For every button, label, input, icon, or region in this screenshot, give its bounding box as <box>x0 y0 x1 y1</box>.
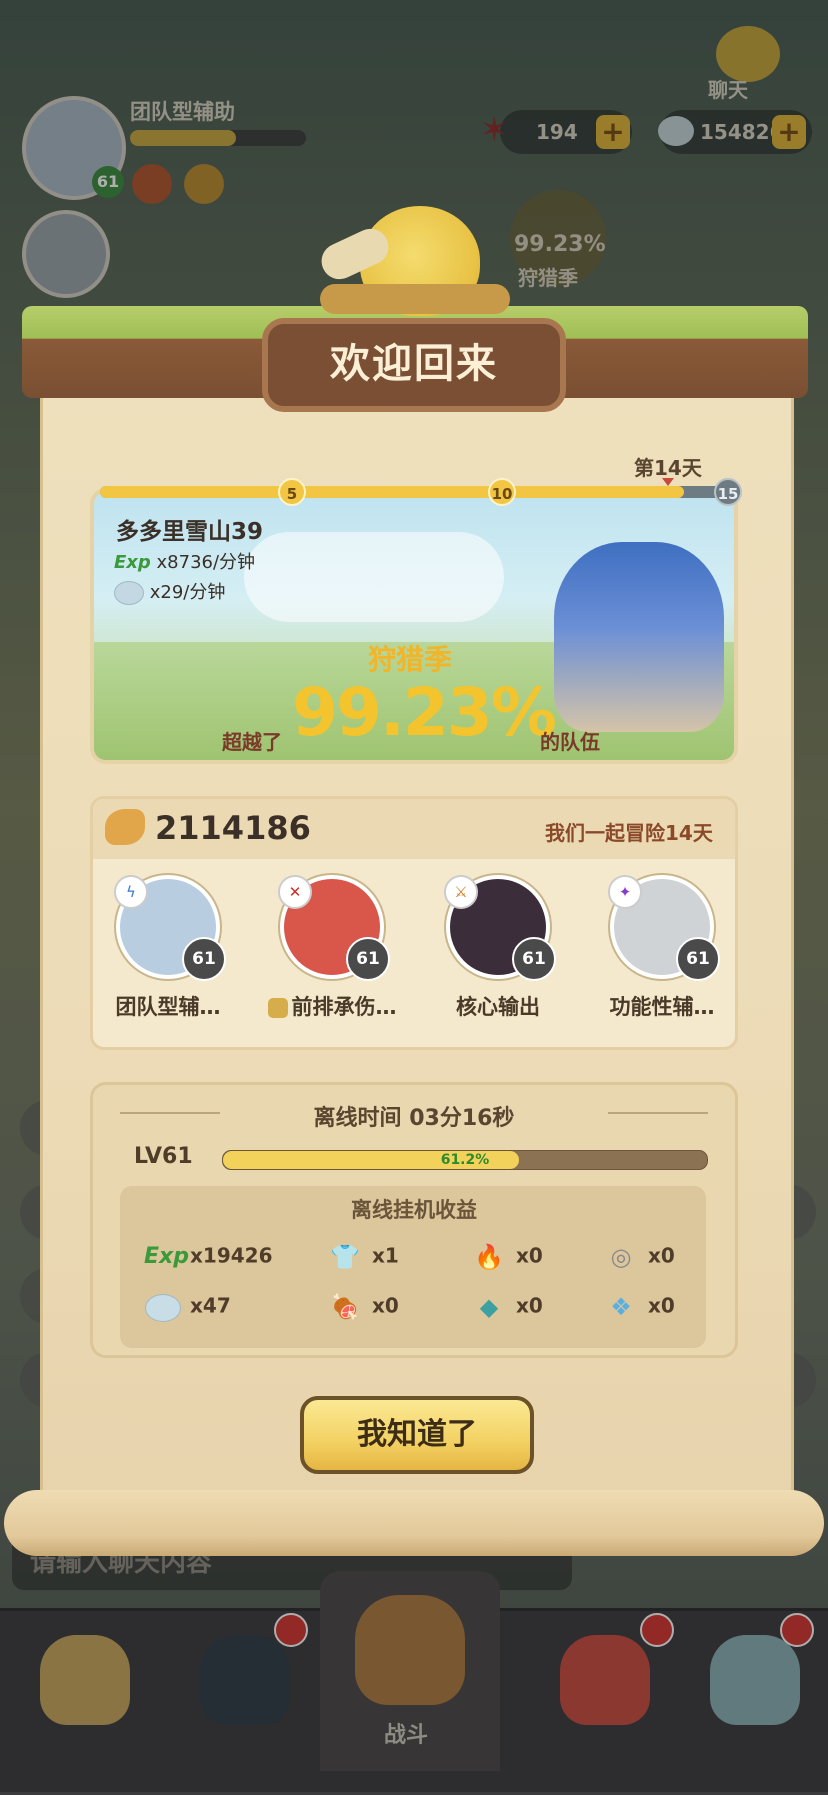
hero-avatar: ⚔ 61 <box>444 875 556 981</box>
hero-slot[interactable]: ⚔ 61 核心输出 <box>423 875 573 1021</box>
surpass-suffix: 的队伍 <box>540 730 600 754</box>
milestone-node[interactable]: 10 <box>488 478 516 506</box>
reward-amount: x1 <box>372 1243 399 1268</box>
hero-name-text: 前排承伤… <box>291 995 397 1019</box>
day-label: 第14天 <box>634 456 702 480</box>
hero-slot[interactable]: ϟ 61 团队型辅… <box>93 875 243 1021</box>
level-progress-text: 61.2% <box>440 1152 490 1168</box>
day-progress-fill <box>100 486 684 498</box>
surpass-percent: 99.23% <box>292 674 557 751</box>
level-progress-track: 61.2% <box>222 1150 708 1170</box>
crystal-icon: ❖ <box>610 1293 632 1321</box>
damage-icon: ⚔ <box>444 875 478 909</box>
meat-icon: 🍖 <box>330 1293 360 1321</box>
support-icon: ϟ <box>114 875 148 909</box>
fish-icon: ◆ <box>479 1293 499 1321</box>
gem-rate: x29/分钟 <box>149 582 226 603</box>
milestone-node[interactable]: 15 <box>714 478 742 506</box>
hero-name: 核心输出 <box>456 995 540 1019</box>
stone-icon: ◎ <box>610 1243 632 1271</box>
reward-amount: x0 <box>648 1293 675 1318</box>
power-value: 2114186 <box>155 809 311 847</box>
reward-item[interactable]: ❖ x0 <box>602 1290 742 1330</box>
team-name: 多多里雪山39 <box>116 519 264 545</box>
hero-avatar: ϟ 61 <box>114 875 226 981</box>
exp-rate: x8736/分钟 <box>156 552 256 573</box>
utility-icon: ✦ <box>608 875 642 909</box>
reward-amount: x0 <box>372 1293 399 1318</box>
season-title: 狩猎季 <box>368 643 453 676</box>
tank-icon: ✕ <box>278 875 312 909</box>
gem-icon <box>144 1290 182 1324</box>
reward-amount: x0 <box>516 1293 543 1318</box>
reward-amount: x0 <box>648 1243 675 1268</box>
cloud-scenery <box>244 532 504 622</box>
exp-icon: Exp <box>114 552 151 573</box>
surpass-prefix: 超越了 <box>222 730 282 754</box>
hero-avatar: ✦ 61 <box>608 875 720 981</box>
team-panel: 2114186 我们一起冒险14天 ϟ 61 团队型辅… ✕ 61 前排承伤… … <box>90 796 738 1050</box>
hero-name: 团队型辅… <box>115 995 221 1019</box>
adventure-days: 我们一起冒险14天 <box>545 821 713 845</box>
nest-icon <box>320 284 510 314</box>
hero-level: 61 <box>512 937 556 981</box>
reward-item[interactable]: ◆ x0 <box>470 1290 610 1330</box>
hero-name: 功能性辅… <box>609 995 715 1019</box>
hunt-season-card[interactable]: 多多里雪山39 Exp x8736/分钟 x29/分钟 狩猎季 超越了 99.2… <box>90 488 738 764</box>
offline-time: 离线时间 03分16秒 <box>313 1106 515 1131</box>
exp-rate-row: Exp x8736/分钟 <box>114 548 255 574</box>
reward-item[interactable]: 👕 x1 <box>326 1240 466 1280</box>
hero-level: 61 <box>346 937 390 981</box>
power-fist-icon <box>105 809 145 845</box>
reward-item[interactable]: x47 <box>144 1290 284 1330</box>
gem-rate-row: x29/分钟 <box>114 578 225 605</box>
shield-icon <box>267 998 288 1018</box>
reward-amount: x19426 <box>190 1243 273 1268</box>
shirt-icon: 👕 <box>330 1243 360 1271</box>
dialog-title: 欢迎回来 <box>262 318 566 412</box>
hero-level: 61 <box>676 937 720 981</box>
reward-item[interactable]: ◎ x0 <box>602 1240 742 1280</box>
gem-icon <box>114 581 144 605</box>
day-marker-icon <box>662 478 674 486</box>
hero-level: 61 <box>182 937 226 981</box>
dialog-scroll-bottom <box>4 1490 824 1556</box>
reward-amount: x0 <box>516 1243 543 1268</box>
hero-slot[interactable]: ✕ 61 前排承伤… <box>257 875 407 1021</box>
milestone-node[interactable]: 5 <box>278 478 306 506</box>
reward-item[interactable]: 🔥 x0 <box>470 1240 610 1280</box>
reward-item[interactable]: 🍖 x0 <box>326 1290 466 1330</box>
hero-name: 前排承伤… <box>257 991 407 1021</box>
exp-icon: Exp <box>144 1244 189 1269</box>
hero-avatar: ✕ 61 <box>278 875 390 981</box>
wolf-hunter-illustration <box>554 542 724 732</box>
rewards-title: 离线挂机收益 <box>351 1198 477 1222</box>
hero-slot[interactable]: ✦ 61 功能性辅… <box>587 875 735 1021</box>
fire-scroll-icon: 🔥 <box>474 1243 504 1271</box>
reward-amount: x47 <box>190 1293 231 1318</box>
level-label: LV61 <box>134 1144 193 1169</box>
confirm-button[interactable]: 我知道了 <box>300 1396 534 1474</box>
reward-item[interactable]: Expx19426 <box>144 1240 284 1280</box>
